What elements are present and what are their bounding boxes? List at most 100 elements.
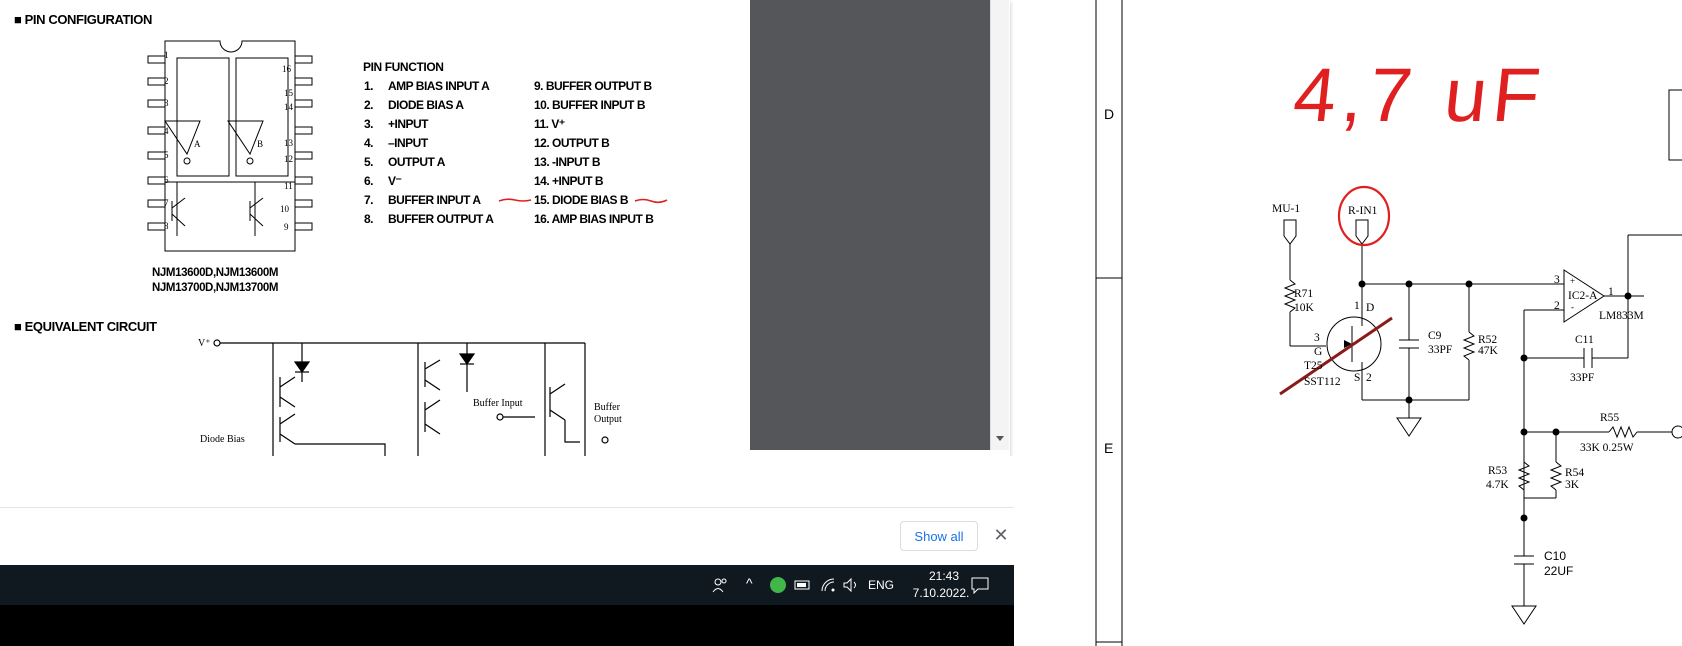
right-pins — [294, 55, 313, 231]
c11-label: C11 — [1575, 334, 1594, 346]
ic-pin-7: 7 — [164, 198, 169, 208]
ic-pin-14: 14 — [284, 102, 293, 112]
transistor-label: T25 — [1304, 360, 1323, 372]
model-line-2: NJM13700D,NJM13700M — [152, 282, 278, 294]
utorrent-icon[interactable] — [770, 577, 786, 593]
r54-value: 3K — [1565, 479, 1580, 491]
pin-function-list-left: 1. AMP BIAS INPUT A 2. DIODE BIAS A 3. +INP… — [364, 77, 494, 229]
vplus-label: V⁺ — [198, 338, 211, 349]
pin-row: 6. V⁻ — [364, 174, 402, 188]
show-all-button[interactable]: Show all — [900, 521, 978, 551]
chevron-up-icon[interactable]: ^ — [746, 575, 753, 591]
wifi-icon[interactable] — [820, 577, 836, 593]
pin-row: 12. OUTPUT B — [534, 136, 610, 150]
c10-label: C10 — [1544, 549, 1567, 563]
jfet-pin-1: 1 — [1354, 300, 1360, 312]
amp-a-label: A — [194, 139, 201, 149]
row-label-d: D — [1104, 106, 1115, 122]
buffer-output-label-1: Buffer — [594, 402, 620, 413]
jfet-pin-s: S — [1354, 372, 1361, 384]
row-label-e: E — [1104, 440, 1114, 456]
clock-date[interactable]: 7.10.2022. — [904, 586, 978, 600]
pin-function-title: PIN FUNCTION — [363, 60, 444, 74]
ic-pin-3-label: 3 — [1554, 274, 1560, 286]
close-shelf-icon[interactable]: ✕ — [988, 522, 1014, 548]
volume-icon[interactable] — [842, 577, 860, 593]
ic-pin-3: 3 — [164, 98, 169, 108]
schematic-viewer: D E 4,7 uF MU-1 R-IN1 R71 10K 3 G T25 SS… — [1014, 0, 1682, 646]
ic-pin-12: 12 — [284, 154, 293, 164]
r55-label: R55 — [1600, 412, 1620, 424]
download-shelf-divider — [0, 507, 1014, 508]
pin-row: 14. +INPUT B — [534, 174, 604, 188]
r71-label: R71 — [1294, 288, 1314, 300]
ic-pin-13: 13 — [284, 138, 293, 148]
r54-label: R54 — [1565, 467, 1585, 479]
handwritten-capacitor-note: 4,7 uF — [1289, 53, 1550, 138]
ic-pin-1-label: 1 — [1608, 286, 1614, 298]
ic-minus-label: - — [1571, 302, 1574, 312]
c11-value: 33PF — [1570, 372, 1595, 384]
jfet-pin-2: 2 — [1366, 372, 1372, 384]
ic-designator: IC2-A — [1568, 290, 1598, 302]
r52-value: 47K — [1478, 345, 1498, 357]
ic-pin-10: 10 — [280, 204, 289, 214]
ic-pin-2-label: 2 — [1554, 300, 1560, 312]
pin-row: 4. –INPUT — [364, 136, 428, 150]
clock-time[interactable]: 21:43 — [916, 569, 972, 583]
transistor-part: SST112 — [1304, 376, 1341, 388]
jfet-pin-g: G — [1314, 346, 1323, 358]
pdf-page-background — [750, 0, 990, 450]
pin-row: 3. +INPUT — [364, 117, 429, 131]
diode-bias-label: Diode Bias — [200, 434, 245, 445]
left-pins — [147, 55, 166, 231]
pin-configuration-title: ■ PIN CONFIGURATION — [14, 12, 152, 27]
pin-row: 8. BUFFER OUTPUT A — [364, 212, 494, 226]
language-indicator[interactable]: ENG — [868, 578, 894, 592]
screen-bottom-strip — [0, 605, 1014, 646]
equivalent-circuit-title: ■ EQUIVALENT CIRCUIT — [14, 319, 157, 334]
ic-pin-16: 16 — [282, 64, 291, 74]
ic-pin-5: 5 — [164, 150, 169, 160]
c9-value: 33PF — [1428, 344, 1453, 356]
buffer-input-label: Buffer Input — [473, 398, 523, 409]
taskbar: ^ ENG 21:43 7.10.2022. — [0, 565, 1014, 605]
pin-row: 10. BUFFER INPUT B — [534, 98, 646, 112]
pin-row: 2. DIODE BIAS A — [364, 98, 464, 112]
pin-row: 9. BUFFER OUTPUT B — [534, 79, 652, 93]
equivalent-circuit-diagram — [213, 339, 609, 456]
people-icon[interactable] — [712, 577, 728, 593]
ic-pin-15: 15 — [284, 88, 293, 98]
pin-row: 13. -INPUT B — [534, 155, 601, 169]
ic-part-number: LM833M — [1599, 310, 1644, 322]
model-line-1: NJM13600D,NJM13600M — [152, 267, 278, 279]
pin-row: 16. AMP BIAS INPUT B — [534, 212, 654, 226]
ic-pin-9: 9 — [284, 222, 289, 232]
r53-label: R53 — [1488, 465, 1508, 477]
ic-plus-label: + — [1570, 276, 1576, 286]
buffer-output-label-2: Output — [594, 414, 622, 425]
download-shelf — [0, 456, 1014, 565]
r71-value: 10K — [1294, 302, 1314, 314]
pdf-scrollbar[interactable] — [990, 0, 1009, 450]
mu1-label: MU-1 — [1272, 203, 1301, 215]
amp-b-label: B — [257, 139, 264, 149]
red-annotation-underlines — [498, 198, 668, 204]
c9-label: C9 — [1428, 330, 1442, 342]
ic-pin-11: 11 — [284, 181, 293, 191]
notifications-icon[interactable] — [970, 576, 990, 594]
rin1-label: R-IN1 — [1348, 205, 1378, 217]
pin-row: 1. AMP BIAS INPUT A — [364, 79, 490, 93]
r55-value: 33K 0.25W — [1580, 442, 1634, 454]
jfet-pin-3: 3 — [1314, 332, 1320, 344]
c10-value: 22UF — [1544, 564, 1574, 578]
pin-row: 5. OUTPUT A — [364, 155, 445, 169]
jfet-pin-d: D — [1366, 302, 1375, 314]
scroll-down-arrow-icon[interactable] — [996, 436, 1004, 441]
ic-pin-4: 4 — [164, 126, 169, 136]
pin-row: 7. BUFFER INPUT A — [364, 193, 481, 207]
pin-row: 11. V⁺ — [534, 117, 565, 131]
ic-pin-2: 2 — [164, 76, 169, 86]
battery-icon[interactable] — [794, 578, 812, 592]
ic-pin-8: 8 — [164, 221, 169, 231]
